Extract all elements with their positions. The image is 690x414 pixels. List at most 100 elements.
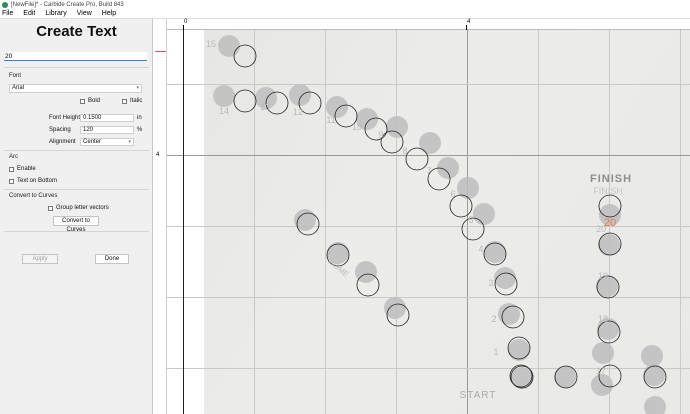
spacing-input[interactable]: 120 [80, 126, 134, 134]
chevron-down-icon: ▾ [136, 85, 139, 91]
track-number: 19 [598, 271, 608, 281]
finish-label: FINISH [590, 173, 632, 185]
window-title: [NewFile]* - Carbide Create Pro, Build 8… [11, 1, 124, 8]
convert-section-label: Convert to Curves [9, 193, 58, 199]
italic-label: Italic [130, 98, 143, 104]
arc-section-label: Arc [9, 154, 18, 160]
vector-circle[interactable] [233, 44, 257, 68]
design-canvas[interactable]: 15 14 13 12 11 10 9 8 7 6 5 4 3 2 1 20 19 18 17 FINISH FIN… [167, 30, 690, 414]
italic-checkbox[interactable]: Italic [122, 98, 142, 104]
divider [4, 189, 149, 190]
panel-title: Create Text [36, 23, 117, 40]
convert-to-curves-button[interactable]: Convert to Curves [53, 216, 99, 233]
track-number: 8 [402, 146, 407, 156]
track-number: 4 [478, 244, 483, 254]
font-height-unit: in [137, 115, 142, 121]
top-ruler-label-0: 0 [184, 19, 188, 25]
spacing-unit: % [137, 127, 143, 133]
finish-faded-label: FINISH [593, 186, 623, 196]
track-number: 7 [426, 166, 431, 176]
divider [4, 150, 149, 151]
app-icon [2, 1, 8, 8]
hole-dot [494, 267, 516, 289]
hole-dot [511, 367, 533, 389]
group-vectors-checkbox-box[interactable] [48, 205, 53, 211]
track-number: 9 [378, 130, 383, 140]
alignment-value: Center [83, 139, 102, 145]
track-number: 1 [493, 347, 498, 357]
track-number: 13 [260, 102, 270, 112]
title-bar: [NewFile]* - Carbide Create Pro, Build 8… [0, 0, 690, 9]
enable-label: Enable [17, 166, 36, 172]
track-number: 3 [488, 278, 493, 288]
hole-dot [473, 203, 495, 225]
left-ruler-label: 4 [156, 152, 160, 158]
apply-button[interactable]: Apply [22, 254, 58, 264]
italic-checkbox-box[interactable] [122, 98, 127, 104]
hole-dot [508, 339, 530, 361]
spacing-label: Spacing [49, 127, 71, 133]
arc-enable-checkbox[interactable]: Enable [9, 166, 36, 172]
horizontal-ruler: 0 4 [167, 19, 690, 30]
done-button[interactable]: Done [95, 254, 129, 264]
vector-circle[interactable] [233, 89, 257, 113]
font-height-label: Font Height [49, 115, 81, 121]
divider [4, 67, 149, 68]
menu-file[interactable]: File [2, 10, 13, 17]
font-height-input[interactable]: 0.1500 [80, 114, 134, 122]
bold-label: Bold [88, 98, 101, 104]
start-label: START [460, 390, 497, 401]
top-ruler-label-4: 4 [467, 19, 471, 25]
font-section-label: Font [9, 73, 22, 79]
create-text-panel: Create Text Font Arial ▾ Bold Italic Fon… [0, 19, 153, 414]
divider [4, 231, 149, 232]
hole-dot [213, 85, 235, 107]
font-select[interactable]: Arial ▾ [9, 84, 142, 93]
track-number: 14 [219, 106, 229, 116]
group-vectors-checkbox[interactable]: Group letter vectors [48, 205, 109, 211]
hole-dot [218, 35, 240, 57]
group-vectors-label: Group letter vectors [56, 205, 109, 211]
hole-dot [554, 366, 576, 388]
enable-checkbox-box[interactable] [9, 166, 14, 172]
text-bottom-label: Text on Bottom [17, 178, 58, 184]
ruler-cursor-marker [155, 51, 166, 52]
selected-text-20: 20 [604, 217, 616, 229]
track-number: 5 [468, 215, 473, 225]
track-number: 6 [450, 189, 455, 199]
track-number: 12 [293, 107, 303, 117]
text-input[interactable] [4, 52, 147, 61]
hole-dot [457, 177, 479, 199]
vector-circle[interactable] [405, 147, 429, 171]
alignment-select[interactable]: Center ▾ [80, 138, 134, 146]
track-number: 2 [491, 314, 496, 324]
track-number: 10 [352, 122, 362, 132]
hole-dot [386, 116, 408, 138]
text-bottom-checkbox[interactable]: Text on Bottom [9, 178, 57, 184]
hole-dot [484, 241, 506, 263]
hole-dot [289, 84, 311, 106]
menu-edit[interactable]: Edit [23, 10, 35, 17]
track-number: 18 [598, 314, 608, 324]
menu-bar: File Edit Library View Help [0, 9, 690, 19]
bold-checkbox-box[interactable] [80, 98, 85, 104]
menu-help[interactable]: Help [102, 10, 116, 17]
hole-dot [419, 132, 441, 154]
bold-checkbox[interactable]: Bold [80, 98, 100, 104]
hole-dot [643, 364, 665, 386]
chevron-down-icon: ▾ [128, 139, 131, 145]
font-select-value: Arial [12, 85, 25, 91]
hole-dot [591, 374, 613, 396]
vertical-ruler: 4 [153, 19, 167, 414]
menu-view[interactable]: View [77, 10, 92, 17]
hole-dot [641, 345, 663, 367]
board-drawing: 1514 13 12111098765432120191817 FINISH FIN… [206, 35, 667, 414]
menu-library[interactable]: Library [45, 10, 66, 17]
track-number: 11 [326, 115, 335, 125]
text-bottom-checkbox-box[interactable] [9, 178, 14, 184]
track-number: 17 [596, 366, 606, 376]
alignment-label: Alignment [49, 139, 76, 145]
hole-dot [644, 396, 666, 414]
hole-dot [592, 342, 614, 364]
track-number: 15 [206, 39, 216, 49]
